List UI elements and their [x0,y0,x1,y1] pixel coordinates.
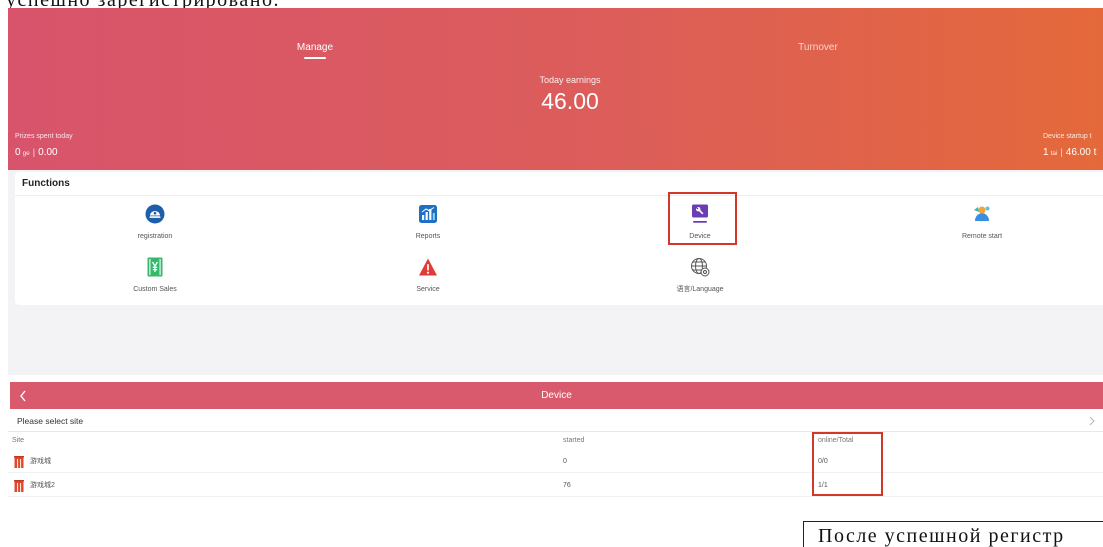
function-service[interactable]: Service [373,257,483,301]
prizes-spent-label: Prizes spent today [15,133,73,140]
device-title-bar: Device [10,382,1103,409]
table-row[interactable]: 游戏城 0 0/0 [8,451,1103,473]
function-registration[interactable]: registration [100,204,210,248]
tab-turnover[interactable]: Turnover [773,42,863,54]
prizes-spent-value: 0 ge | 0.00 [15,146,58,160]
function-remote-start[interactable]: Remote start [927,204,1037,248]
registration-icon [145,204,165,224]
remote-start-icon [972,204,992,224]
service-warning-icon [418,257,438,277]
function-label: Custom Sales [133,286,177,293]
reports-icon [418,204,438,224]
startup-separator: | [1060,147,1063,157]
prizes-separator: | [32,147,36,157]
device-startup-label: Device startup t [1043,133,1092,140]
device-startup-value: 1 tai | 46.00 t [1043,146,1103,160]
device-page-title: Device [541,390,572,401]
prizes-amount: 0.00 [38,147,58,158]
function-reports[interactable]: Reports [373,204,483,248]
startup-count: 1 [1043,147,1049,158]
chevron-right-icon [1088,416,1096,426]
earnings-header: Manage Turnover Today earnings 46.00 Pri… [8,8,1103,170]
started-count: 76 [563,482,571,489]
function-label: registration [137,233,173,240]
globe-language-icon [690,257,710,277]
today-earnings-label: Today earnings [539,75,601,85]
active-tab-indicator [304,57,326,59]
device-highlight-box [668,192,737,245]
functions-card: Functions registration Reports Device Re… [15,172,1103,305]
site-selector-label: Please select site [17,416,84,426]
functions-divider [15,195,1103,196]
online-total-highlight-box [812,432,883,496]
document-caption-box: После успешной регистр [803,521,1103,547]
column-header-started: started [563,437,585,444]
function-language[interactable]: 语言/Language [645,257,755,301]
prizes-unit: ge [22,150,30,157]
function-label: Remote start [961,233,1003,240]
site-name: 游戏城2 [30,482,55,489]
started-count: 0 [563,458,567,465]
custom-sales-icon [145,257,165,277]
function-label: Reports [415,233,441,240]
document-caption-bottom: После успешной регистр [818,525,1065,547]
site-building-icon [14,480,24,492]
site-building-icon [14,456,24,468]
startup-amount: 46.00 t [1065,147,1097,158]
tab-manage[interactable]: Manage [270,42,360,54]
top-caption-clip: успешно зарегистрировано. [0,0,420,8]
table-row[interactable]: 游戏城2 76 1/1 [8,475,1103,497]
function-label: Service [416,286,440,293]
chevron-left-icon[interactable] [18,389,28,403]
today-earnings-value: 46.00 [541,88,599,114]
site-name: 游戏城 [30,458,51,465]
function-label: 语言/Language [676,286,724,293]
column-header-site: Site [12,437,25,444]
manage-screen-screenshot: Manage Turnover Today earnings 46.00 Pri… [8,8,1103,375]
document-caption-top: успешно зарегистрировано. [6,0,280,8]
functions-title: Functions [22,178,70,189]
site-selector[interactable]: Please select site [8,410,1103,432]
prizes-count: 0 [15,147,21,158]
startup-unit: tai [1050,150,1058,157]
function-custom-sales[interactable]: Custom Sales [100,257,210,301]
